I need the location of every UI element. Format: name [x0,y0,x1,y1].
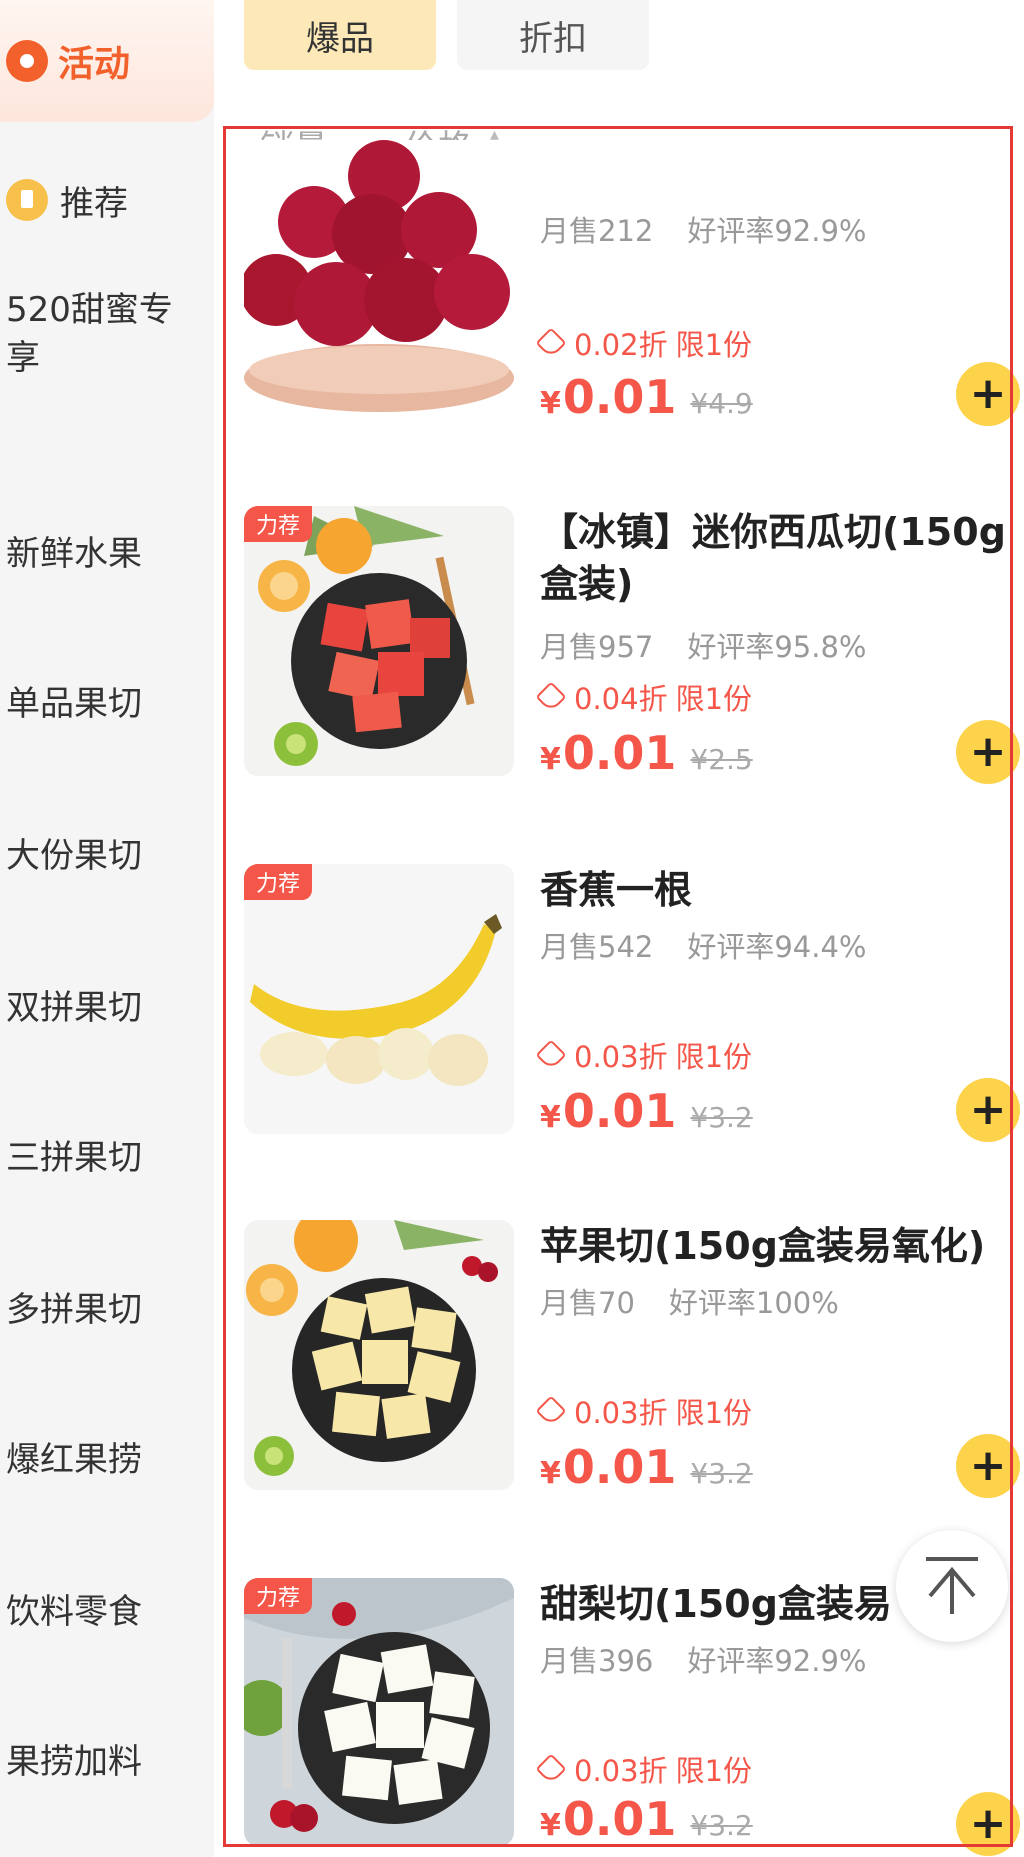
rating: 好评率92.9% [687,214,867,248]
product-stats: 月售212 好评率92.9% [540,208,901,250]
product-image [244,1220,514,1490]
sale-price: 0.01 [562,1792,677,1846]
bookmark-icon [6,179,48,221]
monthly-sales: 月售957 [540,630,654,664]
sale-price: 0.01 [562,726,677,780]
location-pin-icon [6,40,48,82]
price: ¥ 0.01 ¥3.2 [540,1084,753,1138]
rating: 好评率92.9% [687,1644,867,1678]
sidebar-item-label: 活动 [58,44,131,85]
sidebar-item-fresh-fruit[interactable]: 新鲜水果 [6,530,196,578]
sidebar-item-large-cut[interactable]: 大份果切 [6,832,196,880]
price-tag-icon [535,1753,567,1785]
original-price: ¥3.2 [690,1457,753,1490]
currency-symbol: ¥ [540,386,561,421]
product-card[interactable]: 力荐 【冰镇】迷你西瓜切(150g盒装) 月售957 好评率95.8% 0.04折… [244,506,1024,784]
currency-symbol: ¥ [540,742,561,777]
original-price: ¥4.9 [690,387,753,420]
sale-price: 0.01 [562,370,677,424]
limit-text: 限1份 [675,1396,753,1430]
sidebar-item-drinks-snacks[interactable]: 饮料零食 [6,1588,196,1636]
promo-line: 0.03折 限1份 [535,1034,753,1076]
limit-text: 限1份 [675,682,753,716]
recommend-badge: 力荐 [244,864,313,900]
monthly-sales: 月售70 [540,1286,635,1320]
recommend-badge: 力荐 [244,1578,313,1614]
add-to-cart-button[interactable]: + [956,1434,1020,1498]
promo-line: 0.03折 限1份 [535,1748,753,1790]
discount-text: 0.04折 [574,682,668,716]
currency-symbol: ¥ [540,1808,561,1843]
promo-line: 0.04折 限1份 [535,676,753,718]
tab-hot-items[interactable]: 爆品 [244,0,436,70]
monthly-sales: 月售212 [540,214,654,248]
sidebar-item-label: 推荐 [60,183,128,224]
promo-line: 0.02折 限1份 [535,322,753,364]
product-name: 香蕉一根 [540,868,693,912]
price: ¥ 0.01 ¥3.2 [540,1440,753,1494]
monthly-sales: 月售396 [540,1644,654,1678]
back-to-top-button[interactable] [896,1530,1008,1642]
product-image [244,140,514,418]
sidebar-item-multi-cut[interactable]: 多拼果切 [6,1286,196,1334]
price-tag-icon [535,1395,567,1427]
arrow-up-icon [926,1557,978,1614]
add-to-cart-button[interactable]: + [956,1792,1020,1856]
product-stats: 月售542 好评率94.4% [540,924,901,966]
rating: 好评率94.4% [687,930,867,964]
price-tag-icon [535,327,567,359]
sidebar-item-double-cut[interactable]: 双拼果切 [6,984,196,1032]
sale-price: 0.01 [562,1440,677,1494]
product-stats: 月售70 好评率100% [540,1280,873,1322]
sidebar-item-toppings[interactable]: 果捞加料 [6,1738,196,1786]
sidebar-item-recommend[interactable]: 推荐 [0,170,128,230]
sidebar-item-single-cut[interactable]: 单品果切 [6,680,196,728]
add-to-cart-button[interactable]: + [956,720,1020,784]
sidebar-item-activity[interactable]: 活动 [0,0,214,122]
product-image: 力荐 [244,864,514,1134]
product-stats: 月售396 好评率92.9% [540,1638,901,1680]
original-price: ¥2.5 [690,743,753,776]
product-name: 【冰镇】迷你西瓜切(150g盒装) [540,510,1006,606]
promo-line: 0.03折 限1份 [535,1390,753,1432]
sidebar-item-triple-cut[interactable]: 三拼果切 [6,1134,196,1182]
original-price: ¥3.2 [690,1809,753,1842]
discount-text: 0.03折 [574,1396,668,1430]
limit-text: 限1份 [675,1754,753,1788]
rating: 好评率100% [668,1286,839,1320]
price: ¥ 0.01 ¥4.9 [540,370,753,424]
product-stats: 月售957 好评率95.8% [540,624,901,666]
currency-symbol: ¥ [540,1100,561,1135]
sidebar-item-520[interactable]: 520甜蜜专享 [6,286,176,382]
rating: 好评率95.8% [687,630,867,664]
discount-text: 0.03折 [574,1754,668,1788]
price: ¥ 0.01 ¥3.2 [540,1792,753,1846]
sidebar-item-fruit-bowl[interactable]: 爆红果捞 [6,1436,196,1484]
monthly-sales: 月售542 [540,930,654,964]
discount-text: 0.02折 [574,328,668,362]
product-card[interactable]: 月售212 好评率92.9% 0.02折 限1份 ¥ 0.01 ¥4.9 + [244,140,1024,426]
product-card[interactable]: 苹果切(150g盒装易氧化) 月售70 好评率100% 0.03折 限1份 ¥ 0… [244,1220,1024,1498]
product-image: 力荐 [244,1578,514,1846]
price: ¥ 0.01 ¥2.5 [540,726,753,780]
recommend-badge: 力荐 [244,506,313,542]
original-price: ¥3.2 [690,1101,753,1134]
add-to-cart-button[interactable]: + [956,1078,1020,1142]
add-to-cart-button[interactable]: + [956,362,1020,426]
product-card[interactable]: 力荐 香蕉一根 月售542 好评率94.4% 0.03折 限1份 ¥ 0.01 ¥… [244,864,1024,1142]
price-tag-icon [535,681,567,713]
category-sidebar: 活动 推荐 520甜蜜专享 新鲜水果 单品果切 大份果切 双拼果切 三拼果切 多… [0,0,214,1857]
product-image: 力荐 [244,506,514,776]
limit-text: 限1份 [675,1040,753,1074]
price-tag-icon [535,1039,567,1071]
currency-symbol: ¥ [540,1456,561,1491]
tab-discount[interactable]: 折扣 [457,0,649,70]
limit-text: 限1份 [675,328,753,362]
discount-text: 0.03折 [574,1040,668,1074]
product-name: 苹果切(150g盒装易氧化) [540,1224,986,1268]
sale-price: 0.01 [562,1084,677,1138]
